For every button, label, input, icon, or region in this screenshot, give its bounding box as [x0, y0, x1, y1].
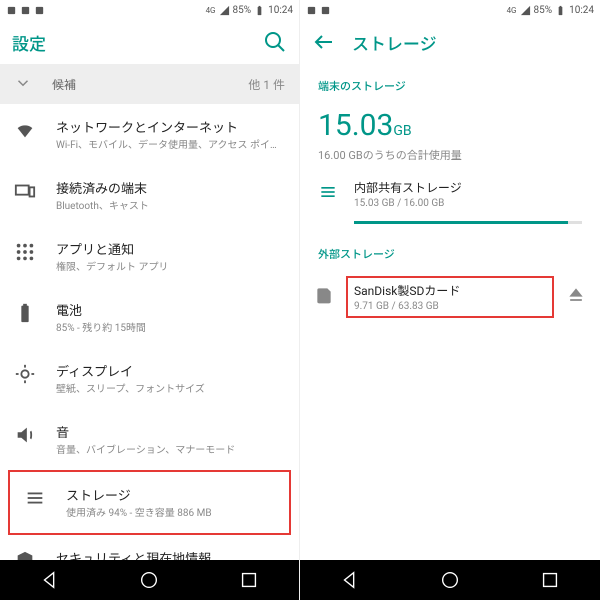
clock: 10:24: [268, 5, 293, 16]
wifi-icon: [14, 119, 36, 141]
apps-icon: [14, 241, 36, 263]
status-bar: 4G 85% 10:24: [300, 0, 600, 20]
row-network[interactable]: ネットワークとインターネットWi-Fi、モバイル、データ使用量、アクセス ポイ…: [0, 104, 299, 165]
notif-icon: [6, 5, 17, 16]
brightness-icon: [14, 363, 36, 385]
notif-icon: [306, 5, 317, 16]
row-battery[interactable]: 電池85% - 残り約 15時間: [0, 287, 299, 348]
suggestions-more: 他 1 件: [248, 76, 285, 93]
suggestions-label: 候補: [52, 76, 248, 93]
signal-icon: [219, 5, 230, 16]
security-icon: [14, 550, 36, 560]
battery-icon: [14, 302, 36, 324]
sd-card-icon: [314, 285, 334, 309]
storage-icon: [318, 182, 338, 206]
network-label: 4G: [507, 6, 517, 15]
notif-icon: [20, 5, 31, 16]
signal-icon: [520, 5, 531, 16]
nav-bar: [300, 560, 600, 600]
settings-screen: 4G 85% 10:24 設定 候補 他 1 件 ネットワークとインターネットW…: [0, 0, 300, 600]
volume-icon: [14, 424, 36, 446]
row-sd-card[interactable]: SanDisk製SDカード 9.71 GB / 63.83 GB: [300, 268, 600, 326]
recents-button[interactable]: [539, 569, 561, 591]
status-bar: 4G 85% 10:24: [0, 0, 299, 20]
back-icon[interactable]: [312, 30, 336, 54]
nav-bar: [0, 560, 299, 600]
row-connected-devices[interactable]: 接続済みの端末Bluetooth、キャスト: [0, 165, 299, 226]
battery-pct: 85%: [534, 5, 553, 16]
battery-pct: 85%: [233, 5, 252, 16]
section-external-storage: 外部ストレージ: [300, 232, 600, 268]
clock: 10:24: [569, 5, 594, 16]
notif-icon: [34, 5, 45, 16]
app-bar: ストレージ: [300, 20, 600, 64]
recents-button[interactable]: [238, 569, 260, 591]
sd-card-highlight: SanDisk製SDカード 9.71 GB / 63.83 GB: [346, 276, 554, 318]
row-apps[interactable]: アプリと通知権限、デフォルト アプリ: [0, 226, 299, 287]
row-display[interactable]: ディスプレイ壁紙、スリープ、フォントサイズ: [0, 348, 299, 409]
page-title: ストレージ: [352, 30, 588, 55]
internal-storage-bar: [354, 221, 582, 224]
suggestions-bar[interactable]: 候補 他 1 件: [0, 64, 299, 104]
devices-icon: [14, 180, 36, 202]
battery-icon: [254, 5, 265, 16]
chevron-down-icon: [14, 74, 32, 95]
home-button[interactable]: [138, 569, 160, 591]
app-bar: 設定: [0, 20, 299, 64]
network-label: 4G: [206, 6, 216, 15]
page-title: 設定: [12, 30, 247, 55]
row-security[interactable]: セキュリティと現在地情報: [0, 535, 299, 560]
home-button[interactable]: [439, 569, 461, 591]
storage-screen: 4G 85% 10:24 ストレージ 端末のストレージ 15.03GB 16.0…: [300, 0, 600, 600]
storage-icon: [24, 487, 46, 509]
storage-summary: 15.03GB 16.00 GBのうちの合計使用量: [300, 100, 600, 167]
battery-icon: [555, 5, 566, 16]
notif-icon: [320, 5, 331, 16]
back-button[interactable]: [39, 569, 61, 591]
row-internal-storage[interactable]: 内部共有ストレージ15.03 GB / 16.00 GB: [300, 167, 600, 221]
eject-icon[interactable]: [566, 285, 586, 309]
row-storage[interactable]: ストレージ使用済み 94% - 空き容量 886 MB: [8, 470, 291, 535]
row-sound[interactable]: 音音量、バイブレーション、マナーモード: [0, 409, 299, 470]
back-button[interactable]: [339, 569, 361, 591]
search-icon[interactable]: [263, 30, 287, 54]
section-device-storage: 端末のストレージ: [300, 64, 600, 100]
